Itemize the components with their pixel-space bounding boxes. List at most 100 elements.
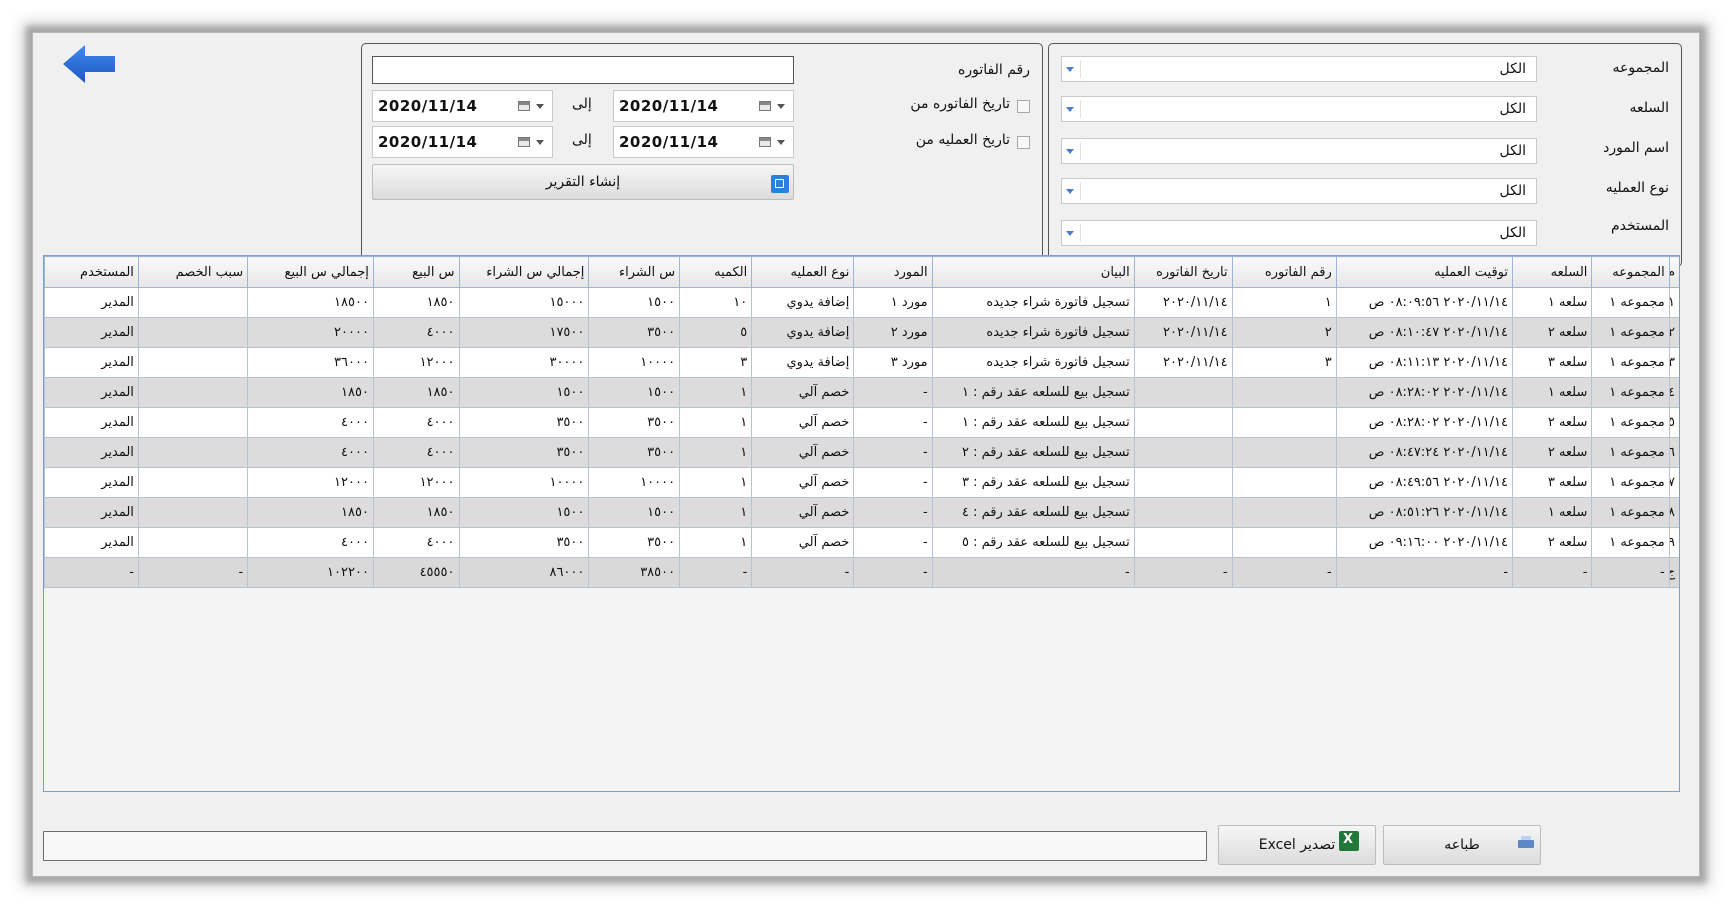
table-cell: خصم آلي <box>751 407 855 438</box>
total-cell: - <box>931 557 1135 588</box>
table-row[interactable]: ٢مجموعه ١سلعه ٢٢٠٢٠/١١/١٤ ٠٨:١٠:٤٧ ص٢٢٠٢… <box>44 317 1679 348</box>
operation-to-label: إلى <box>572 132 592 148</box>
invoice-date-to-picker[interactable]: 2020/11/14 <box>372 90 553 122</box>
table-row[interactable]: ٩مجموعه ١سلعه ٢٢٠٢٠/١١/١٤ ٠٩:١٦:٠٠ ص تسجي… <box>44 527 1679 558</box>
column-header[interactable]: م <box>1668 256 1679 288</box>
back-arrow-icon[interactable] <box>61 43 117 85</box>
chevron-down-icon <box>777 140 785 145</box>
create-report-button[interactable]: إنشاء التقرير <box>372 164 794 200</box>
chevron-down-icon <box>1066 189 1074 194</box>
excel-icon <box>1339 831 1359 851</box>
table-cell: المدير <box>44 347 139 378</box>
table-cell: ٤٠٠٠ <box>247 527 374 558</box>
table-total-row: ج---------٣٨٥٠٠٨٦٠٠٠٤٥٥٥٠١٠٢٢٠٠-- <box>44 557 1679 588</box>
table-cell: ١ <box>1231 287 1337 318</box>
table-cell: ٨ <box>1668 497 1679 528</box>
column-header[interactable]: الكميه <box>679 256 753 288</box>
chevron-down-icon <box>1066 231 1074 236</box>
table-cell: سلعه ٣ <box>1512 347 1593 378</box>
operation-date-to-picker[interactable]: 2020/11/14 <box>372 126 553 158</box>
print-button[interactable]: طباعه <box>1383 825 1541 865</box>
invoice-to-label: إلى <box>572 96 592 112</box>
create-report-label: إنشاء التقرير <box>545 174 621 190</box>
table-cell <box>137 377 249 408</box>
table-cell: ٢٠٢٠/١١/١٤ ٠٨:٢٨:٠٢ ص <box>1335 407 1514 438</box>
column-header[interactable]: س الشراء <box>588 256 681 288</box>
table-cell: ٢٠٢٠/١١/١٤ ٠٨:٤٩:٥٦ ص <box>1335 467 1514 498</box>
column-header[interactable]: س البيع <box>372 256 460 288</box>
table-row[interactable]: ٤مجموعه ١سلعه ١٢٠٢٠/١١/١٤ ٠٨:٢٨:٠٢ ص تسجي… <box>44 377 1679 408</box>
column-header[interactable]: إجمالي س الشراء <box>458 256 590 288</box>
table-cell: خصم آلي <box>751 497 855 528</box>
table-cell: تسجيل بيع للسلعه عقد رقم : ٥ <box>931 527 1135 558</box>
table-cell: سلعه ١ <box>1512 497 1593 528</box>
column-header[interactable]: المجموعه <box>1591 256 1670 288</box>
table-cell <box>137 467 249 498</box>
invoice-date-from-picker[interactable]: 2020/11/14 <box>613 90 794 122</box>
table-row[interactable]: ٦مجموعه ١سلعه ٢٢٠٢٠/١١/١٤ ٠٨:٤٧:٢٤ ص تسجي… <box>44 437 1679 468</box>
table-cell: ٤٠٠٠ <box>372 527 460 558</box>
table-cell: ٣٠٠٠٠ <box>458 347 590 378</box>
table-cell: مجموعه ١ <box>1591 437 1670 468</box>
total-cell: - <box>1512 557 1593 588</box>
table-cell: سلعه ١ <box>1512 287 1593 318</box>
table-cell: ١ <box>679 497 753 528</box>
table-cell: ٢٠٢٠/١١/١٤ ٠٩:١٦:٠٠ ص <box>1335 527 1514 558</box>
table-cell: ٤٠٠٠ <box>247 407 374 438</box>
invoice-number-label: رقم الفاتوره <box>958 62 1030 78</box>
table-cell: ٤٠٠٠ <box>372 407 460 438</box>
table-cell: ١٨٥٠ <box>372 287 460 318</box>
table-cell: مجموعه ١ <box>1591 317 1670 348</box>
table-cell: تسجيل فاتورة شراء جديده <box>931 347 1135 378</box>
table-cell: مورد ٢ <box>853 317 933 348</box>
column-header[interactable]: المورد <box>853 256 933 288</box>
table-cell: ٢٠٢٠/١١/١٤ <box>1133 347 1233 378</box>
table-cell <box>137 317 249 348</box>
table-cell: خصم آلي <box>751 377 855 408</box>
table-cell <box>1231 527 1337 558</box>
user-combo[interactable]: الكل <box>1061 220 1537 246</box>
table-cell: ٣٥٠٠ <box>588 407 681 438</box>
column-header[interactable]: إجمالي س البيع <box>247 256 374 288</box>
report-grid[interactable]: مالمجموعهالسلعهتوقيت العمليهرقم الفاتوره… <box>43 255 1680 792</box>
invoice-number-input[interactable] <box>372 56 794 84</box>
operation-type-label: نوع العمليه <box>1605 180 1669 196</box>
column-header[interactable]: سبب الخصم <box>137 256 249 288</box>
table-row[interactable]: ٧مجموعه ١سلعه ٣٢٠٢٠/١١/١٤ ٠٨:٤٩:٥٦ ص تسجي… <box>44 467 1679 498</box>
table-cell: سلعه ٢ <box>1512 317 1593 348</box>
user-value: الكل <box>1499 225 1527 241</box>
table-cell: ١٥٠٠ <box>458 497 590 528</box>
operation-date-from-picker[interactable]: 2020/11/14 <box>613 126 794 158</box>
column-header[interactable]: السلعه <box>1512 256 1593 288</box>
total-cell: - <box>1335 557 1514 588</box>
total-cell: - <box>679 557 753 588</box>
table-body: ١مجموعه ١سلعه ١٢٠٢٠/١١/١٤ ٠٨:٠٩:٥٦ ص١٢٠٢… <box>44 287 1679 588</box>
table-row[interactable]: ١مجموعه ١سلعه ١٢٠٢٠/١١/١٤ ٠٨:٠٩:٥٦ ص١٢٠٢… <box>44 287 1679 318</box>
total-cell: ٣٨٥٠٠ <box>588 557 681 588</box>
table-cell: ٤٠٠٠ <box>372 317 460 348</box>
table-cell: ٢٠٠٠٠ <box>247 317 374 348</box>
supplier-combo[interactable]: الكل <box>1061 138 1537 164</box>
column-header[interactable]: رقم الفاتوره <box>1231 256 1337 288</box>
export-excel-button[interactable]: تصدير Excel <box>1218 825 1376 865</box>
table-cell: المدير <box>44 317 139 348</box>
table-row[interactable]: ٥مجموعه ١سلعه ٢٢٠٢٠/١١/١٤ ٠٨:٢٨:٠٢ ص تسجي… <box>44 407 1679 438</box>
table-cell: ١٥٠٠ <box>458 377 590 408</box>
table-row[interactable]: ٨مجموعه ١سلعه ١٢٠٢٠/١١/١٤ ٠٨:٥١:٢٦ ص تسجي… <box>44 497 1679 528</box>
operation-date-checkbox[interactable] <box>1017 136 1030 149</box>
category-filter-panel: المجموعه الكل السلعه الكل اسم المورد الك… <box>1048 43 1682 267</box>
item-combo[interactable]: الكل <box>1061 96 1537 122</box>
group-combo[interactable]: الكل <box>1061 56 1537 82</box>
table-cell: المدير <box>44 467 139 498</box>
table-cell: ٦ <box>1668 437 1679 468</box>
user-label: المستخدم <box>1610 218 1669 234</box>
column-header[interactable]: نوع العمليه <box>751 256 855 288</box>
column-header[interactable]: تاريخ الفاتوره <box>1133 256 1233 288</box>
table-cell: خصم آلي <box>751 467 855 498</box>
column-header[interactable]: البيان <box>931 256 1135 288</box>
column-header[interactable]: توقيت العمليه <box>1335 256 1514 288</box>
invoice-date-checkbox[interactable] <box>1017 100 1030 113</box>
table-row[interactable]: ٣مجموعه ١سلعه ٣٢٠٢٠/١١/١٤ ٠٨:١١:١٣ ص٣٢٠٢… <box>44 347 1679 378</box>
operation-type-combo[interactable]: الكل <box>1061 178 1537 204</box>
column-header[interactable]: المستخدم <box>44 256 139 288</box>
